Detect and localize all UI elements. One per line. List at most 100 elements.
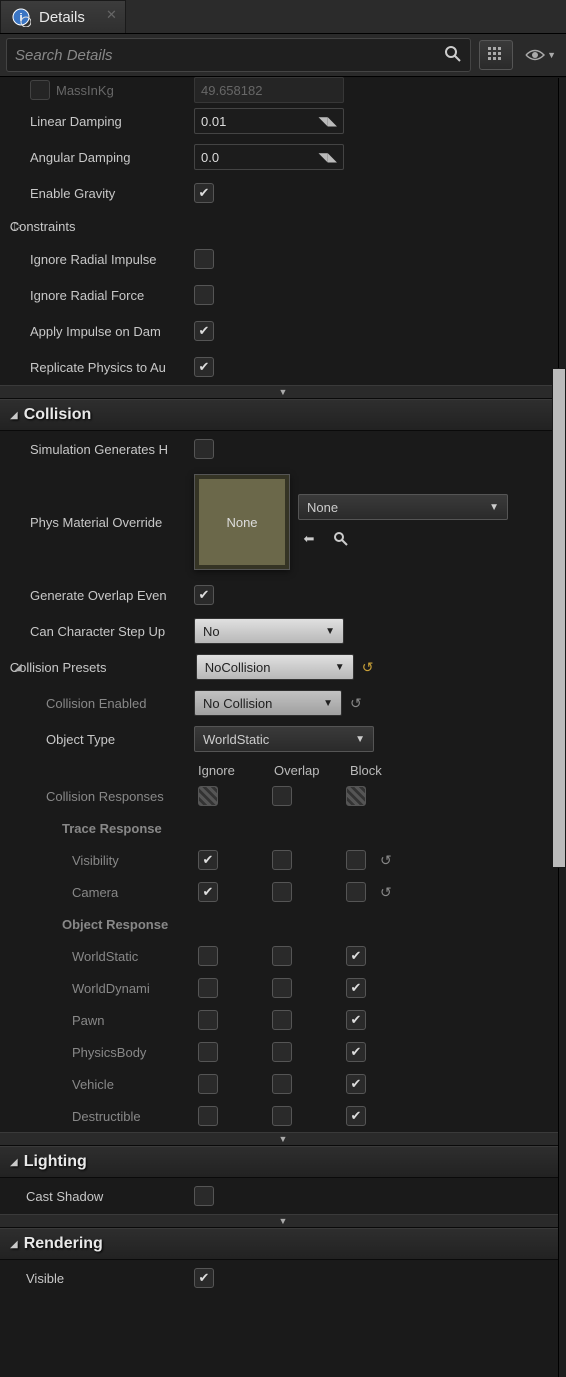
linear-damping-value: 0.01 <box>201 114 226 129</box>
reset-icon[interactable]: ↺ <box>350 695 362 712</box>
angular-damping-value: 0.0 <box>201 150 219 165</box>
ignore-radial-impulse-label: Ignore Radial Impulse <box>30 252 156 267</box>
spinner-icon[interactable]: ◥◣ <box>319 114 337 128</box>
view-options-button[interactable]: ▼ <box>521 48 560 62</box>
ignore-radial-force-label: Ignore Radial Force <box>30 288 144 303</box>
worldstatic-ignore[interactable] <box>198 946 218 966</box>
presets-expander[interactable]: ◢ <box>14 662 22 673</box>
physics-expand-bar[interactable]: ▼ <box>0 385 566 399</box>
object-type-dropdown[interactable]: WorldStatic ▼ <box>194 726 374 752</box>
gen-overlap-label: Generate Overlap Even <box>30 588 167 603</box>
collision-title: Collision <box>24 406 92 424</box>
spinner-icon[interactable]: ◥◣ <box>319 150 337 164</box>
sim-gen-hits-checkbox[interactable] <box>194 439 214 459</box>
ignore-radial-impulse-checkbox[interactable] <box>194 249 214 269</box>
rendering-title: Rendering <box>24 1235 103 1253</box>
destructible-overlap[interactable] <box>272 1106 292 1126</box>
camera-ignore[interactable] <box>198 882 218 902</box>
vehicle-ignore[interactable] <box>198 1074 218 1094</box>
chevron-down-icon: ▼ <box>335 662 345 673</box>
collision-presets-dropdown[interactable]: NoCollision▼ <box>196 654 354 680</box>
lighting-header[interactable]: ◢ Lighting <box>0 1146 566 1178</box>
reset-icon[interactable]: ↺ <box>380 852 392 869</box>
block-header: Block <box>350 763 406 778</box>
collision-expand-bar[interactable]: ▼ <box>0 1132 566 1146</box>
resp-all-block[interactable] <box>346 786 366 806</box>
chevron-down-icon: ▼ <box>323 698 333 709</box>
angular-damping-field[interactable]: 0.0 ◥◣ <box>194 144 344 170</box>
pawn-ignore[interactable] <box>198 1010 218 1030</box>
phys-mat-dropdown[interactable]: None▼ <box>298 494 508 520</box>
camera-overlap[interactable] <box>272 882 292 902</box>
collision-header[interactable]: ◢ Collision <box>0 399 566 431</box>
reset-icon[interactable]: ↺ <box>362 659 374 676</box>
resp-all-ignore[interactable] <box>198 786 218 806</box>
pawn-overlap[interactable] <box>272 1010 292 1030</box>
search-input[interactable] <box>15 47 444 64</box>
linear-damping-field[interactable]: 0.01 ◥◣ <box>194 108 344 134</box>
phys-mat-thumbnail[interactable]: None <box>194 474 290 570</box>
replicate-physics-checkbox[interactable] <box>194 357 214 377</box>
worlddynamic-label: WorldDynami <box>72 981 150 996</box>
can-step-up-dropdown[interactable]: No▼ <box>194 618 344 644</box>
visibility-ignore[interactable] <box>198 850 218 870</box>
worldstatic-block[interactable] <box>346 946 366 966</box>
collision-enabled-value: No Collision <box>203 696 272 711</box>
lighting-expand-bar[interactable]: ▼ <box>0 1214 566 1228</box>
collision-enabled-dropdown[interactable]: No Collision ▼ <box>194 690 342 716</box>
linear-damping-label: Linear Damping <box>30 114 122 129</box>
enable-gravity-checkbox[interactable] <box>194 183 214 203</box>
cast-shadow-checkbox[interactable] <box>194 1186 214 1206</box>
destructible-block[interactable] <box>346 1106 366 1126</box>
angular-damping-label: Angular Damping <box>30 150 130 165</box>
physicsbody-overlap[interactable] <box>272 1042 292 1062</box>
tab-title: Details <box>39 9 85 26</box>
collapse-icon: ◢ <box>10 1157 18 1168</box>
pawn-block[interactable] <box>346 1010 366 1030</box>
gen-overlap-checkbox[interactable] <box>194 585 214 605</box>
pawn-label: Pawn <box>72 1013 105 1028</box>
mass-value: 49.658182 <box>201 83 262 98</box>
mass-field: 49.658182 <box>194 77 344 103</box>
rendering-header[interactable]: ◢ Rendering <box>0 1228 566 1260</box>
visible-checkbox[interactable] <box>194 1268 214 1288</box>
lighting-title: Lighting <box>24 1153 87 1171</box>
physicsbody-ignore[interactable] <box>198 1042 218 1062</box>
thumb-text: None <box>226 515 257 530</box>
destructible-ignore[interactable] <box>198 1106 218 1126</box>
phys-mat-value: None <box>307 500 338 515</box>
trace-response-label: Trace Response <box>62 821 162 836</box>
can-step-up-label: Can Character Step Up <box>30 624 165 639</box>
property-matrix-button[interactable] <box>479 40 513 70</box>
use-selected-icon[interactable]: ⬅ <box>298 528 320 550</box>
browse-icon[interactable] <box>330 528 352 550</box>
ignore-radial-force-checkbox[interactable] <box>194 285 214 305</box>
vehicle-block[interactable] <box>346 1074 366 1094</box>
camera-label: Camera <box>72 885 118 900</box>
collapse-icon: ◢ <box>10 410 18 421</box>
visibility-overlap[interactable] <box>272 850 292 870</box>
chevron-down-icon: ▼ <box>355 734 365 745</box>
object-type-value: WorldStatic <box>203 732 269 747</box>
worlddynamic-ignore[interactable] <box>198 978 218 998</box>
collision-responses-label: Collision Responses <box>46 789 164 804</box>
mass-checkbox[interactable] <box>30 80 50 100</box>
scrollbar-thumb[interactable] <box>552 368 566 868</box>
cast-shadow-label: Cast Shadow <box>26 1189 103 1204</box>
details-tab[interactable]: i Details ✕ <box>0 0 126 33</box>
resp-all-overlap[interactable] <box>272 786 292 806</box>
worlddynamic-block[interactable] <box>346 978 366 998</box>
worlddynamic-overlap[interactable] <box>272 978 292 998</box>
physicsbody-label: PhysicsBody <box>72 1045 146 1060</box>
worldstatic-overlap[interactable] <box>272 946 292 966</box>
visibility-block[interactable] <box>346 850 366 870</box>
reset-icon[interactable]: ↺ <box>380 884 392 901</box>
physicsbody-block[interactable] <box>346 1042 366 1062</box>
camera-block[interactable] <box>346 882 366 902</box>
close-icon[interactable]: ✕ <box>106 7 117 23</box>
search-box[interactable] <box>6 38 471 72</box>
apply-impulse-checkbox[interactable] <box>194 321 214 341</box>
overlap-header: Overlap <box>274 763 330 778</box>
vehicle-overlap[interactable] <box>272 1074 292 1094</box>
collision-presets-label: Collision Presets <box>10 660 107 675</box>
